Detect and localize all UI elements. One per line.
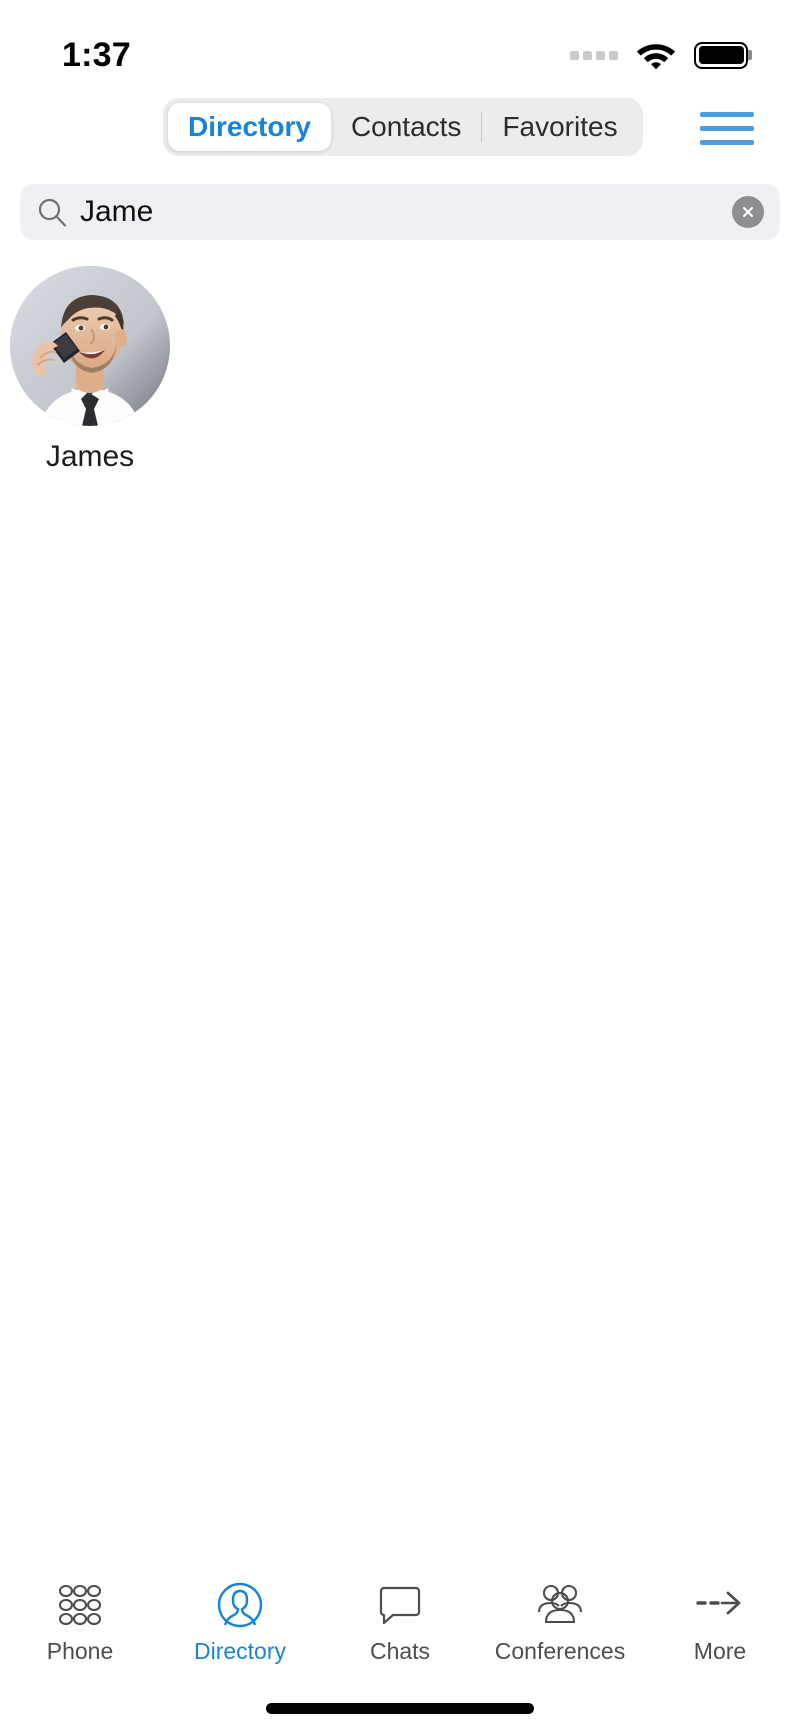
segment-favorites[interactable]: Favorites	[482, 103, 637, 151]
clear-circle-icon[interactable]	[732, 196, 764, 228]
segment-contacts[interactable]: Contacts	[331, 103, 482, 151]
photo-man-on-phone	[10, 266, 170, 426]
tab-label-directory: Directory	[193, 1638, 286, 1664]
wifi-icon	[636, 43, 676, 69]
status-time: 1:37	[62, 35, 131, 74]
home-indicator-bar[interactable]	[266, 1702, 534, 1714]
search-section: Jame	[0, 170, 800, 240]
contact-name: James	[45, 440, 135, 473]
speech-bubble-icon	[375, 1581, 425, 1629]
segment-directory[interactable]: Directory	[168, 103, 331, 151]
battery-full-icon	[694, 41, 748, 69]
search-bar[interactable]: Jame	[20, 184, 780, 240]
signal-dots-icon	[570, 50, 618, 60]
dashed-arrow-right-icon	[693, 1581, 747, 1629]
nav-bar: Directory Contacts Favorites	[0, 92, 800, 170]
tab-conferences[interactable]: Conferences	[480, 1581, 640, 1665]
tab-chats[interactable]: Chats	[320, 1581, 480, 1665]
keypad-icon	[55, 1581, 105, 1629]
tab-bar: Phone Directory Chats Conferences More	[0, 1567, 800, 1685]
app-screen: 1:37 Directory Contacts Favorites Jame J…	[0, 0, 800, 1731]
status-bar: 1:37	[0, 0, 800, 92]
tab-label-conferences: Conferences	[494, 1638, 626, 1664]
tab-label-more: More	[693, 1638, 747, 1664]
search-input[interactable]: Jame	[80, 197, 732, 227]
status-indicators	[570, 41, 748, 70]
tab-more[interactable]: More	[640, 1581, 800, 1665]
tab-label-chats: Chats	[369, 1638, 431, 1664]
person-circle-icon	[215, 1581, 265, 1629]
home-indicator-area	[0, 1685, 800, 1731]
hamburger-menu-icon[interactable]	[700, 112, 754, 145]
search-icon	[38, 198, 67, 227]
tab-label-phone: Phone	[46, 1638, 114, 1664]
segmented-control[interactable]: Directory Contacts Favorites	[163, 98, 643, 156]
list-item[interactable]: James	[0, 262, 180, 474]
directory-results: James	[0, 240, 800, 1567]
tab-phone[interactable]: Phone	[0, 1581, 160, 1665]
tab-directory[interactable]: Directory	[160, 1581, 320, 1665]
avatar[interactable]	[10, 266, 170, 426]
people-group-icon	[533, 1581, 587, 1629]
